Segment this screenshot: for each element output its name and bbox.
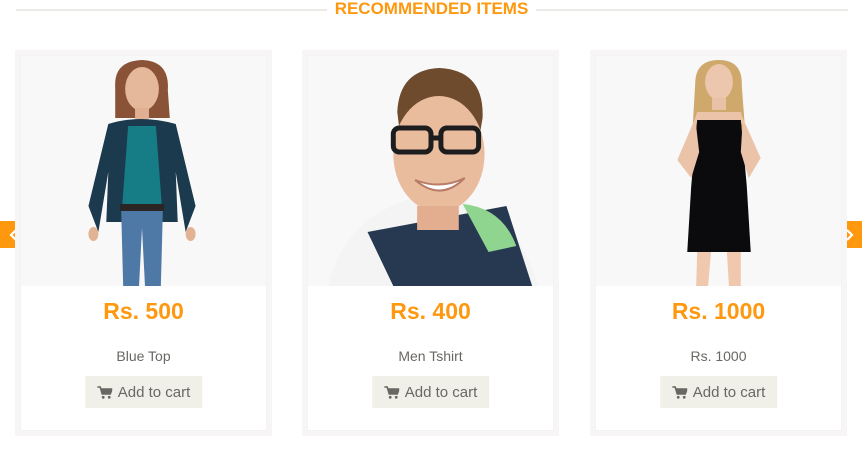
add-to-cart-label: Add to cart <box>404 383 478 401</box>
product-price: Rs. 500 <box>103 298 184 324</box>
product-name: Rs. 1000 <box>690 348 747 364</box>
product-card-body: Rs. 500 Blue Top Add to cart <box>20 55 267 431</box>
product-name: Blue Top <box>116 348 171 364</box>
product-image[interactable] <box>308 56 553 286</box>
product-image[interactable] <box>596 56 841 286</box>
product-card: Rs. 400 Men Tshirt Add to cart <box>302 50 559 436</box>
add-to-cart-button[interactable]: Add to cart <box>659 376 778 408</box>
product-card: Rs. 500 Blue Top Add to cart <box>15 50 272 436</box>
add-to-cart-label: Add to cart <box>692 383 766 401</box>
man-tshirt-image <box>308 56 553 286</box>
product-name: Men Tshirt <box>398 348 463 364</box>
product-image[interactable] <box>21 56 266 286</box>
product-card: Rs. 1000 Rs. 1000 Add to cart <box>590 50 847 436</box>
woman-black-dress-image <box>596 56 841 286</box>
shopping-cart-icon <box>671 385 687 399</box>
product-price: Rs. 400 <box>390 298 471 324</box>
shopping-cart-icon <box>383 385 399 399</box>
section-title: RECOMMENDED ITEMS <box>0 0 863 19</box>
add-to-cart-button[interactable]: Add to cart <box>371 376 490 408</box>
add-to-cart-button[interactable]: Add to cart <box>84 376 203 408</box>
woman-blue-top-image <box>21 56 266 286</box>
product-price: Rs. 1000 <box>671 298 766 324</box>
add-to-cart-label: Add to cart <box>117 383 191 401</box>
product-card-body: Rs. 400 Men Tshirt Add to cart <box>307 55 554 431</box>
shopping-cart-icon <box>96 385 112 399</box>
product-card-body: Rs. 1000 Rs. 1000 Add to cart <box>595 55 842 431</box>
